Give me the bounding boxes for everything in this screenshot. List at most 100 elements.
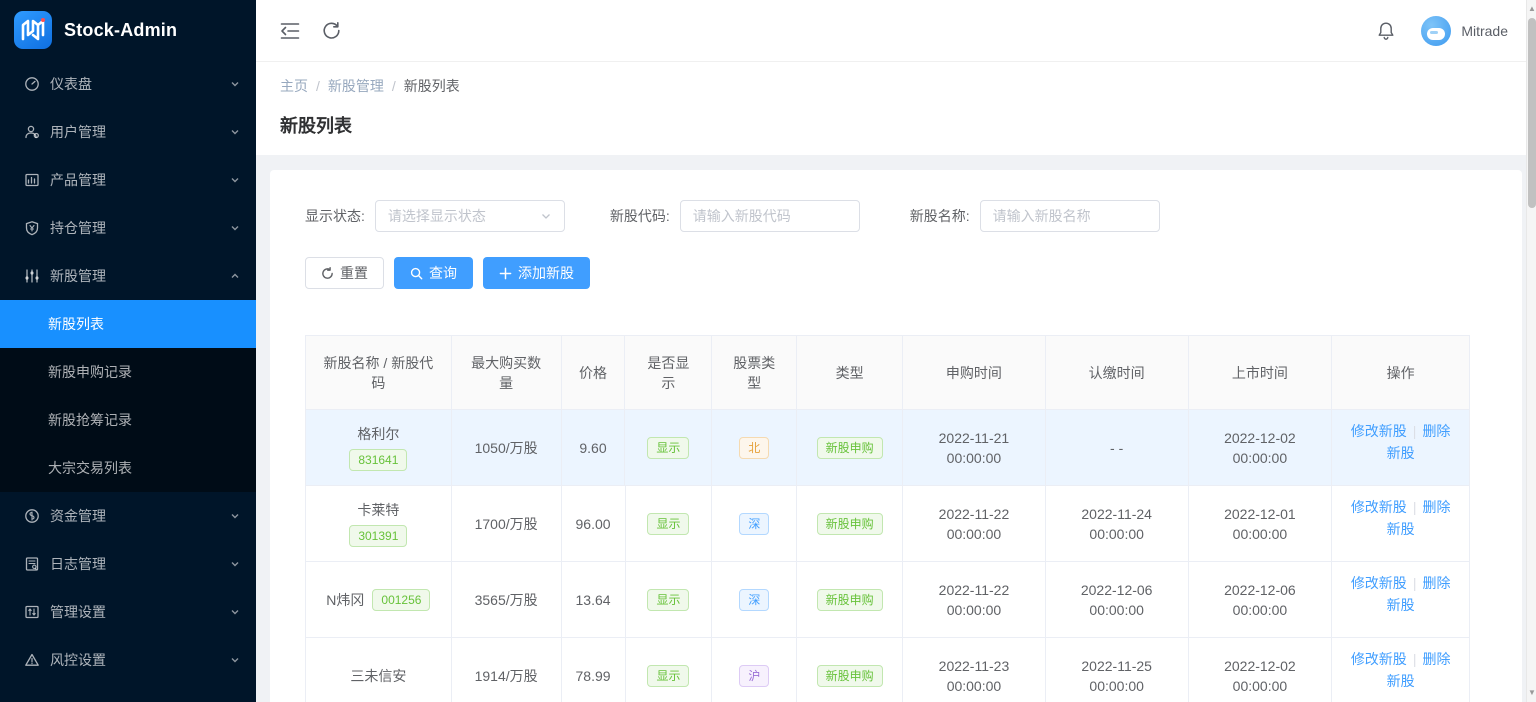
app-title: Stock-Admin: [64, 20, 177, 41]
status-select[interactable]: 请选择显示状态: [375, 200, 565, 232]
sidebar-item-label: 资金管理: [50, 506, 230, 526]
cell-apply-time: 2022-11-2200:00:00: [903, 486, 1046, 562]
cell-type: 新股申购: [797, 486, 903, 562]
table-body: 格利尔 831641 1050/万股 9.60 显示 北 新股申购 2022-1…: [306, 410, 1469, 702]
sidebar-collapse-button[interactable]: [280, 22, 300, 40]
user-management-icon: [24, 124, 40, 140]
refresh-button[interactable]: [322, 21, 341, 40]
scrollbar-down-arrow[interactable]: ▼: [1527, 686, 1536, 700]
status-select-placeholder: 请选择显示状态: [388, 206, 540, 226]
action-bar: 重置 查询 添加新股: [305, 257, 1522, 289]
breadcrumb-current: 新股列表: [404, 76, 460, 96]
ipo-list-card: 显示状态: 请选择显示状态 新股代码: 新股名称:: [270, 170, 1522, 702]
cell-max-buy: 3565/万股: [452, 562, 562, 638]
notifications-button[interactable]: [1377, 21, 1395, 41]
reset-button[interactable]: 重置: [305, 257, 384, 289]
cell-name-code: 卡莱特 301391: [306, 486, 452, 562]
cell-type: 新股申购: [797, 410, 903, 486]
submenu-item-label: 大宗交易列表: [48, 458, 132, 478]
cell-price: 96.00: [562, 486, 626, 562]
submenu-item-subscription-records[interactable]: 新股申购记录: [0, 348, 256, 396]
content-area: 显示状态: 请选择显示状态 新股代码: 新股名称:: [256, 155, 1526, 609]
sidebar-item-products[interactable]: 产品管理: [0, 156, 256, 204]
header-price: 价格: [562, 336, 626, 410]
type-badge: 新股申购: [817, 513, 883, 535]
sidebar-item-users[interactable]: 用户管理: [0, 108, 256, 156]
ipo-table: 新股名称 / 新股代码 最大购买数量 价格 是否显示 股票类型 类型 申购时间 …: [305, 335, 1470, 702]
edit-ipo-link[interactable]: 修改新股: [1351, 651, 1407, 667]
stock-type-badge: 深: [739, 513, 769, 535]
search-button[interactable]: 查询: [394, 257, 473, 289]
submenu-item-grab-records[interactable]: 新股抢筹记录: [0, 396, 256, 444]
sidebar-item-ipo[interactable]: 新股管理: [0, 252, 256, 300]
header-list-time: 上市时间: [1189, 336, 1333, 410]
scrollbar-thumb[interactable]: [1528, 18, 1536, 208]
cell-stock-type: 深: [712, 486, 797, 562]
cell-visible: 显示: [626, 562, 713, 638]
logo-red-dot: [41, 18, 45, 22]
header-pay-time: 认缴时间: [1046, 336, 1189, 410]
logo-m-glyph: [21, 19, 45, 41]
cell-operations: 修改新股|删除新股: [1332, 410, 1469, 486]
bell-icon: [1377, 21, 1395, 41]
header-type: 类型: [797, 336, 903, 410]
edit-ipo-link[interactable]: 修改新股: [1351, 423, 1407, 439]
cell-name-code: 三未信安: [306, 638, 452, 702]
search-button-label: 查询: [429, 263, 457, 283]
header-apply-time: 申购时间: [903, 336, 1046, 410]
code-filter-label: 新股代码:: [610, 206, 670, 226]
sidebar-item-funds[interactable]: 资金管理: [0, 492, 256, 540]
breadcrumb-ipo-management[interactable]: 新股管理: [328, 76, 384, 96]
cell-operations: 修改新股|删除新股: [1332, 562, 1469, 638]
sidebar-item-dashboard[interactable]: 仪表盘: [0, 60, 256, 108]
sidebar-item-label: 产品管理: [50, 170, 230, 190]
submenu-item-block-trade-list[interactable]: 大宗交易列表: [0, 444, 256, 492]
stock-name: N炜冈: [326, 590, 364, 610]
ipo-submenu: 新股列表 新股申购记录 新股抢筹记录 大宗交易列表: [0, 300, 256, 492]
chevron-down-icon: [230, 127, 240, 137]
cell-operations: 修改新股|删除新股: [1332, 486, 1469, 562]
select-chevron-down-icon: [540, 210, 552, 222]
link-divider: |: [1413, 575, 1417, 591]
main-area: Mitrade 主页 / 新股管理 / 新股列表 新股列表 显示状态: 请选择显…: [256, 0, 1526, 702]
code-input[interactable]: [680, 200, 860, 232]
sidebar-item-label: 日志管理: [50, 554, 230, 574]
sidebar-item-logs[interactable]: 日志管理: [0, 540, 256, 588]
cell-operations: 修改新股|删除新股: [1332, 638, 1469, 702]
cell-pay-time: 2022-11-2500:00:00: [1046, 638, 1189, 702]
status-filter-label: 显示状态:: [305, 206, 365, 226]
cell-name-code: N炜冈 001256: [306, 562, 452, 638]
stock-name: 卡莱特: [357, 500, 399, 520]
scrollbar-up-arrow[interactable]: ▲: [1527, 2, 1536, 16]
cell-visible: 显示: [625, 410, 712, 486]
page-scrollbar[interactable]: ▲ ▼: [1526, 0, 1536, 702]
collapse-sidebar-icon: [280, 22, 300, 40]
sidebar-item-label: 新股管理: [50, 266, 230, 286]
app-logo-icon: [14, 11, 52, 49]
filter-bar: 显示状态: 请选择显示状态 新股代码: 新股名称:: [305, 200, 1522, 232]
chevron-down-icon: [230, 655, 240, 665]
edit-ipo-link[interactable]: 修改新股: [1351, 499, 1407, 515]
sidebar-item-risk-settings[interactable]: 风控设置: [0, 636, 256, 684]
reset-icon: [321, 267, 334, 280]
cell-type: 新股申购: [797, 562, 903, 638]
app-logo[interactable]: Stock-Admin: [0, 0, 256, 60]
add-ipo-button[interactable]: 添加新股: [483, 257, 590, 289]
submenu-item-label: 新股申购记录: [48, 362, 132, 382]
chevron-down-icon: [230, 559, 240, 569]
username-label[interactable]: Mitrade: [1461, 23, 1508, 39]
funds-management-icon: [24, 508, 40, 524]
sidebar-item-label: 用户管理: [50, 122, 230, 142]
type-badge: 新股申购: [817, 589, 883, 611]
submenu-item-ipo-list[interactable]: 新股列表: [0, 300, 256, 348]
name-input[interactable]: [980, 200, 1160, 232]
edit-ipo-link[interactable]: 修改新股: [1351, 575, 1407, 591]
top-navbar: Mitrade: [256, 0, 1526, 62]
visible-badge: 显示: [647, 589, 689, 611]
sidebar-item-admin-settings[interactable]: 管理设置: [0, 588, 256, 636]
user-avatar[interactable]: [1421, 16, 1451, 46]
sidebar-item-positions[interactable]: 持仓管理: [0, 204, 256, 252]
header-operations: 操作: [1332, 336, 1469, 410]
table-row: 格利尔 831641 1050/万股 9.60 显示 北 新股申购 2022-1…: [306, 410, 1469, 486]
breadcrumb-home[interactable]: 主页: [280, 76, 308, 96]
